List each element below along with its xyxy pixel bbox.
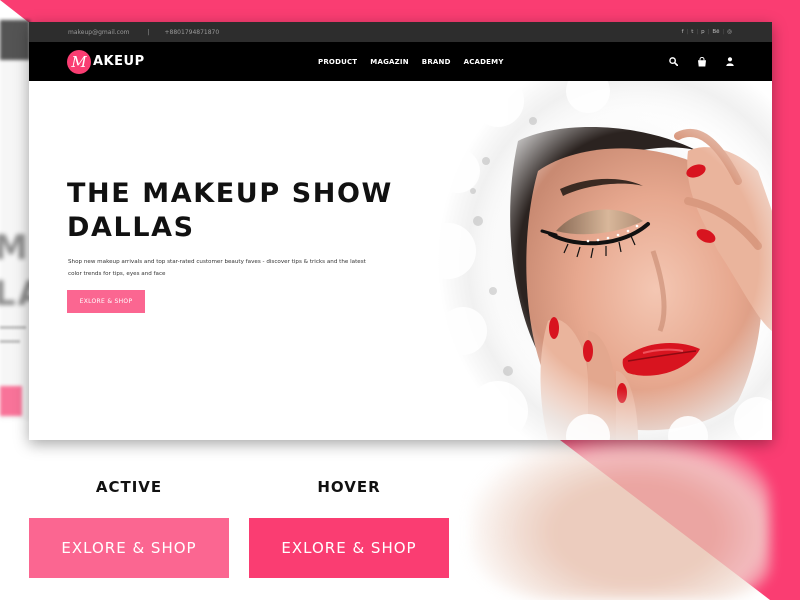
menu-item-magazin[interactable]: MAGAZIN <box>370 58 409 66</box>
menu-item-product[interactable]: PRODUCT <box>318 58 357 66</box>
explore-button-hover[interactable]: EXLORE & SHOP <box>249 518 449 578</box>
top-info-bar: makeup@gmail.com | +8801794871870 f | t … <box>29 22 772 42</box>
twitter-icon[interactable]: t <box>691 29 693 35</box>
social-divider: | <box>686 29 689 35</box>
nav-icon-group <box>669 56 734 67</box>
background-blurred-button <box>0 386 22 416</box>
menu-item-brand[interactable]: BRAND <box>422 58 451 66</box>
behance-icon[interactable]: Bē <box>712 29 719 35</box>
topbar-separator: | <box>147 28 150 36</box>
hero-description: Shop new makeup arrivals and top star-ra… <box>68 259 366 277</box>
search-icon[interactable] <box>669 57 678 66</box>
hero-section: THE MAKEUP SHOW DALLAS Shop new makeup a… <box>29 69 772 440</box>
website-mockup: makeup@gmail.com | +8801794871870 f | t … <box>29 22 772 440</box>
contact-email[interactable]: makeup@gmail.com <box>68 29 129 36</box>
main-menu: PRODUCT MAGAZIN BRAND ACADEMY <box>318 42 504 81</box>
user-icon[interactable] <box>726 57 734 66</box>
background-blurred-mockup <box>0 20 30 420</box>
menu-item-academy[interactable]: ACADEMY <box>464 58 504 66</box>
background-blurred-line <box>0 340 20 343</box>
logo-text: AKEUP <box>93 54 145 69</box>
social-divider: | <box>696 29 699 35</box>
contact-phone[interactable]: +8801794871870 <box>165 29 220 36</box>
background-blurred-model <box>470 430 770 600</box>
pinterest-icon[interactable]: p <box>701 29 705 35</box>
main-navbar: M AKEUP PRODUCT MAGAZIN BRAND ACADEMY <box>29 42 772 81</box>
active-state-label: ACTIVE <box>95 478 163 496</box>
cart-icon[interactable] <box>697 56 707 67</box>
social-divider: | <box>707 29 710 35</box>
hero-title-line-1: THE MAKEUP SHOW <box>67 178 393 209</box>
background-blurred-line <box>0 326 26 329</box>
dribbble-icon[interactable]: ◎ <box>727 29 732 35</box>
logo-badge: M <box>67 49 91 74</box>
hero-explore-button[interactable]: EXLORE & SHOP <box>67 290 145 313</box>
hover-state-label: HOVER <box>317 478 381 496</box>
facebook-icon[interactable]: f <box>682 29 684 35</box>
hero-title-line-2: DALLAS <box>67 212 195 243</box>
hero-model-image <box>420 69 772 440</box>
site-logo[interactable]: M AKEUP <box>67 49 145 74</box>
social-divider: | <box>722 29 725 35</box>
hero-title: THE MAKEUP SHOW DALLAS <box>67 177 393 245</box>
explore-button-active[interactable]: EXLORE & SHOP <box>29 518 229 578</box>
social-links: f | t | p | Bē | ◎ <box>682 29 732 35</box>
